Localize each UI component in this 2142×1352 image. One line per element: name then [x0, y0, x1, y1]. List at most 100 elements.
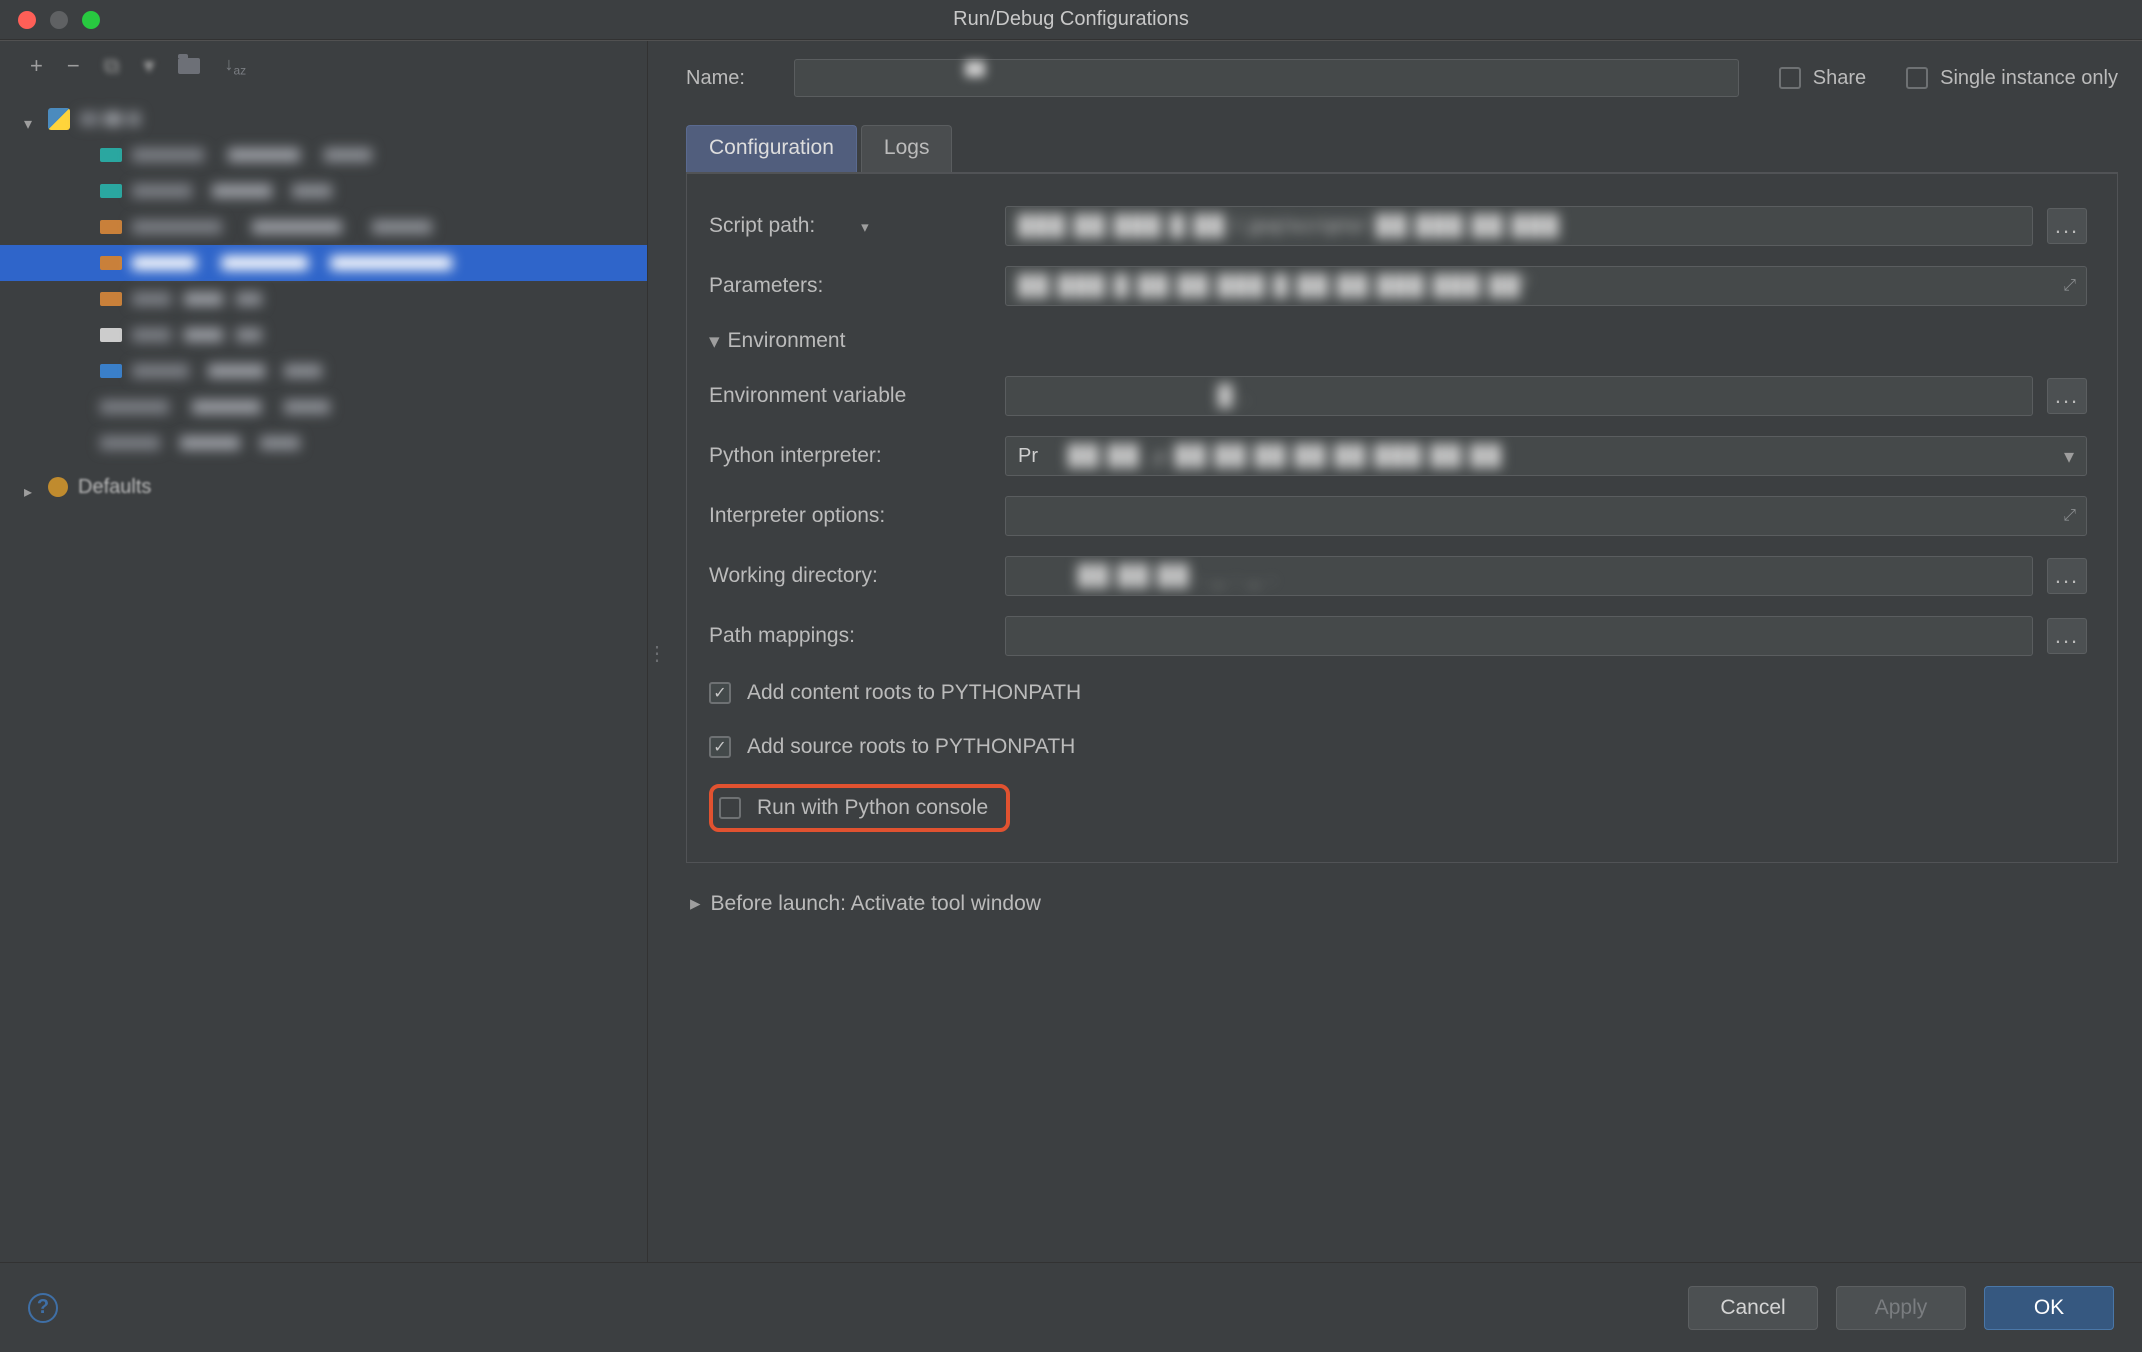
tab-logs[interactable]: Logs [861, 125, 953, 172]
ok-button[interactable]: OK [1984, 1286, 2114, 1330]
tree-item[interactable] [0, 317, 647, 353]
tree-item[interactable] [0, 281, 647, 317]
maximize-window-button[interactable] [82, 11, 100, 29]
row-interpreter: Python interpreter: Pr ██ ██ ,y ██ ██ ██… [709, 426, 2087, 486]
add-source-roots-checkbox[interactable] [709, 736, 731, 758]
tree-item[interactable] [0, 137, 647, 173]
env-vars-input[interactable]: █ . [1005, 376, 2033, 416]
config-icon [100, 220, 122, 234]
tree-item-label [132, 328, 262, 342]
help-button[interactable]: ? [28, 1293, 58, 1323]
browse-script-button[interactable]: ... [2047, 208, 2087, 244]
tree-item[interactable] [0, 425, 647, 461]
path-mappings-label: Path mappings: [709, 624, 985, 648]
minimize-window-button[interactable] [50, 11, 68, 29]
tree-defaults-label: Defaults [78, 476, 151, 499]
sort-configs-button[interactable]: ↓az [224, 55, 246, 77]
name-label: Name: [686, 67, 776, 90]
browse-env-vars-button[interactable]: ... [2047, 378, 2087, 414]
run-with-console-checkbox[interactable] [719, 797, 741, 819]
tree-item-selected[interactable] [0, 245, 647, 281]
highlighted-run-with-console: Run with Python console [709, 784, 1010, 832]
splitter-handle[interactable] [648, 41, 656, 1262]
config-tree[interactable]: Defaults [0, 91, 647, 1262]
path-mappings-input[interactable] [1005, 616, 2033, 656]
config-icon [100, 184, 122, 198]
tree-item[interactable] [0, 389, 647, 425]
share-checkbox[interactable] [1779, 67, 1801, 89]
tree-group-defaults[interactable]: Defaults [0, 469, 647, 505]
interp-options-label: Interpreter options: [709, 504, 985, 528]
row-run-with-console[interactable]: Run with Python console [719, 796, 988, 820]
chevron-down-icon[interactable]: ▾ [861, 219, 869, 236]
browse-working-dir-button[interactable]: ... [2047, 558, 2087, 594]
single-instance-label: Single instance only [1940, 67, 2118, 90]
tree-item-label [132, 184, 332, 198]
expand-icon[interactable]: ⤢ [2063, 507, 2076, 525]
interpreter-prefix: Pr [1018, 445, 1038, 468]
script-path-input[interactable]: ███ ██ ███ █ ██ /.jpq/scripts/ ██ ███ ██… [1005, 206, 2033, 246]
add-config-button[interactable]: + [30, 55, 43, 77]
env-vars-label: Environment variable [709, 384, 985, 408]
tree-group-label [80, 112, 140, 126]
parameters-input[interactable]: ██ ███ █ ██ ██ ███ █ ██ ██ ███ ███ ██" ⤢ [1005, 266, 2087, 306]
apply-button[interactable]: Apply [1836, 1286, 1966, 1330]
interp-options-input[interactable]: ⤢ [1005, 496, 2087, 536]
add-content-roots-checkbox[interactable] [709, 682, 731, 704]
interpreter-select[interactable]: Pr ██ ██ ,y ██ ██ ██ ██ ██ ███ ██ ██ ▾ [1005, 436, 2087, 476]
close-window-button[interactable] [18, 11, 36, 29]
row-interp-options: Interpreter options: ⤢ [709, 486, 2087, 546]
working-dir-input[interactable]: ██ ██ ██ . _ . _ . [1005, 556, 2033, 596]
run-with-console-label: Run with Python console [757, 796, 988, 820]
move-to-folder-button[interactable] [178, 58, 200, 74]
environment-section-label: Environment [728, 329, 846, 353]
share-label: Share [1813, 67, 1866, 90]
configurations-sidebar: + − ⧉ ▾ ↓az [0, 41, 648, 1262]
name-row: Name: Share Single instance only [686, 51, 2118, 105]
tree-item[interactable] [0, 209, 647, 245]
chevron-right-icon [690, 891, 701, 916]
tab-configuration[interactable]: Configuration [686, 125, 857, 172]
share-checkbox-group[interactable]: Share [1779, 67, 1866, 90]
script-path-label: Script path: ▾ [709, 214, 985, 238]
tree-item-label [132, 256, 452, 270]
section-environment[interactable]: Environment [709, 316, 2087, 366]
dialog-footer: ? Cancel Apply OK [0, 1262, 2142, 1352]
row-env-vars: Environment variable █ . ... [709, 366, 2087, 426]
copy-config-button[interactable]: ⧉ [104, 55, 120, 77]
single-instance-checkbox[interactable] [1906, 67, 1928, 89]
dialog-content: + − ⧉ ▾ ↓az [0, 40, 2142, 1262]
tabs: Configuration Logs [686, 125, 2118, 174]
save-config-button[interactable]: ▾ [143, 55, 154, 77]
section-before-launch[interactable]: Before launch: Activate tool window [686, 863, 2118, 916]
working-dir-label: Working directory: [709, 564, 985, 588]
row-script-path: Script path: ▾ ███ ██ ███ █ ██ /.jpq/scr… [709, 196, 2087, 256]
tree-item[interactable] [0, 353, 647, 389]
interpreter-label: Python interpreter: [709, 444, 985, 468]
expand-icon[interactable]: ⤢ [2063, 277, 2076, 295]
name-input[interactable] [794, 59, 1739, 97]
config-icon [100, 328, 122, 342]
config-editor: Name: Share Single instance only Configu… [656, 41, 2142, 1262]
tree-item-label [100, 436, 300, 450]
chevron-down-icon [709, 329, 720, 354]
tree-item[interactable] [0, 173, 647, 209]
gear-icon [48, 477, 68, 497]
row-add-content-roots[interactable]: Add content roots to PYTHONPATH [709, 666, 2087, 720]
browse-path-mappings-button[interactable]: ... [2047, 618, 2087, 654]
tree-group-python[interactable] [0, 101, 647, 137]
config-icon [100, 292, 122, 306]
single-instance-checkbox-group[interactable]: Single instance only [1906, 67, 2118, 90]
window-controls [0, 11, 100, 29]
title-bar: Run/Debug Configurations [0, 0, 2142, 40]
row-add-source-roots[interactable]: Add source roots to PYTHONPATH [709, 720, 2087, 774]
cancel-button[interactable]: Cancel [1688, 1286, 1818, 1330]
tree-item-label [100, 400, 330, 414]
before-launch-label: Before launch: Activate tool window [711, 892, 1041, 916]
window-title: Run/Debug Configurations [953, 8, 1189, 31]
remove-config-button[interactable]: − [67, 55, 80, 77]
row-parameters: Parameters: ██ ███ █ ██ ██ ███ █ ██ ██ █… [709, 256, 2087, 316]
add-content-roots-label: Add content roots to PYTHONPATH [747, 681, 1081, 705]
row-working-dir: Working directory: ██ ██ ██ . _ . _ . ..… [709, 546, 2087, 606]
row-path-mappings: Path mappings: ... [709, 606, 2087, 666]
